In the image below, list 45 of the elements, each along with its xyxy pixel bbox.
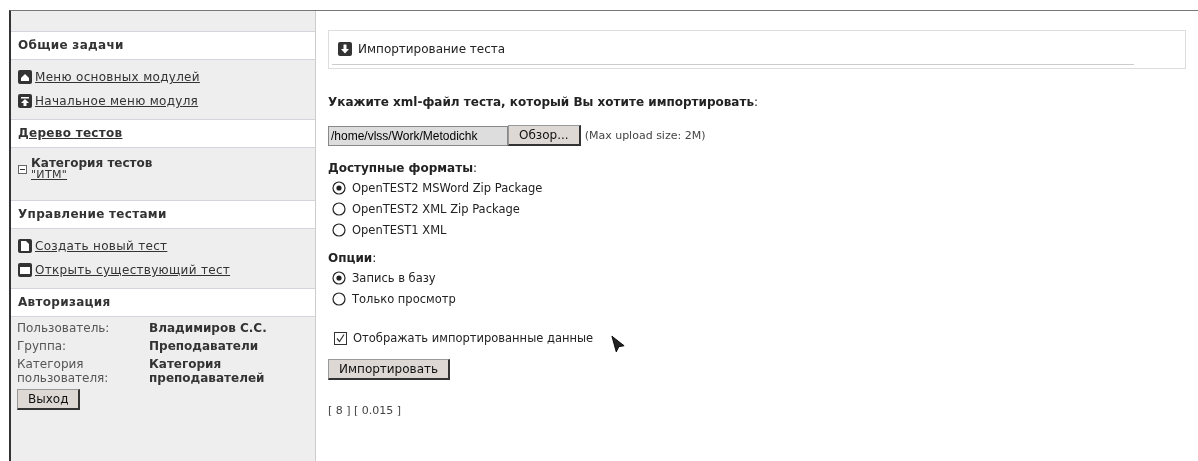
browse-button[interactable]: Обзор...	[508, 125, 581, 146]
checkbox-label: Отображать импортированные данные	[353, 331, 594, 345]
file-icon	[18, 239, 32, 253]
upload-size-note: (Max upload size: 2M)	[584, 129, 706, 142]
radio-label: OpenTEST2 XML Zip Package	[352, 201, 520, 216]
folder-icon	[18, 263, 32, 277]
radio-button[interactable]	[332, 222, 346, 237]
radio-label: Только просмотр	[352, 291, 456, 306]
formats-label: Доступные форматы:	[328, 161, 478, 175]
section-title: Авторизация	[18, 295, 111, 309]
radio-button[interactable]	[332, 201, 346, 216]
options-label: Опции:	[328, 251, 377, 265]
home-icon	[18, 70, 32, 84]
field-value: Категория преподавателей	[149, 357, 266, 385]
section-title-link[interactable]: Дерево тестов	[18, 126, 123, 140]
radio-button[interactable]	[332, 180, 346, 195]
radio-label: OpenTEST1 XML	[352, 222, 447, 237]
field-value: Преподаватели	[149, 339, 260, 353]
page-title: Импортирование теста	[358, 42, 506, 56]
field-label: Группа:	[17, 339, 68, 353]
checkbox[interactable]	[334, 331, 347, 345]
sidebar-link[interactable]: Создать новый тест	[35, 239, 168, 253]
sidebar-link[interactable]: Начальное меню модуля	[35, 94, 199, 108]
field-value: Владимиров С.С.	[149, 321, 268, 335]
radio-label: Запись в базу	[352, 270, 436, 285]
import-button[interactable]: Импортировать	[328, 359, 451, 380]
radio-button[interactable]	[332, 270, 346, 285]
footer-stats: [ 8 ] [ 0.015 ]	[328, 404, 402, 417]
download-icon	[338, 42, 352, 56]
radio-button[interactable]	[332, 291, 346, 306]
field-label: Категория пользователя:	[17, 357, 110, 385]
radio-label: OpenTEST2 MSWord Zip Package	[352, 180, 543, 195]
sidebar-link[interactable]: Открыть существующий тест	[35, 263, 231, 277]
mouse-cursor-icon	[611, 335, 626, 353]
tree-item-label: Категория тестов	[31, 157, 153, 169]
section-title: Общие задачи	[18, 38, 124, 52]
field-label: Пользователь:	[17, 321, 111, 335]
sidebar-link[interactable]: Меню основных модулей	[35, 70, 200, 84]
file-path-field[interactable]: /home/vlss/Work/Metodichk	[328, 125, 508, 146]
file-prompt: Укажите xml-файл теста, который Вы хотите импортировать:	[328, 95, 759, 109]
collapse-icon[interactable]	[18, 164, 27, 174]
logout-button[interactable]: Выход	[17, 389, 81, 410]
section-title: Управление тестами	[18, 207, 167, 221]
upload-icon	[18, 94, 32, 108]
tree-item-link[interactable]: "ИТМ"	[31, 169, 153, 181]
